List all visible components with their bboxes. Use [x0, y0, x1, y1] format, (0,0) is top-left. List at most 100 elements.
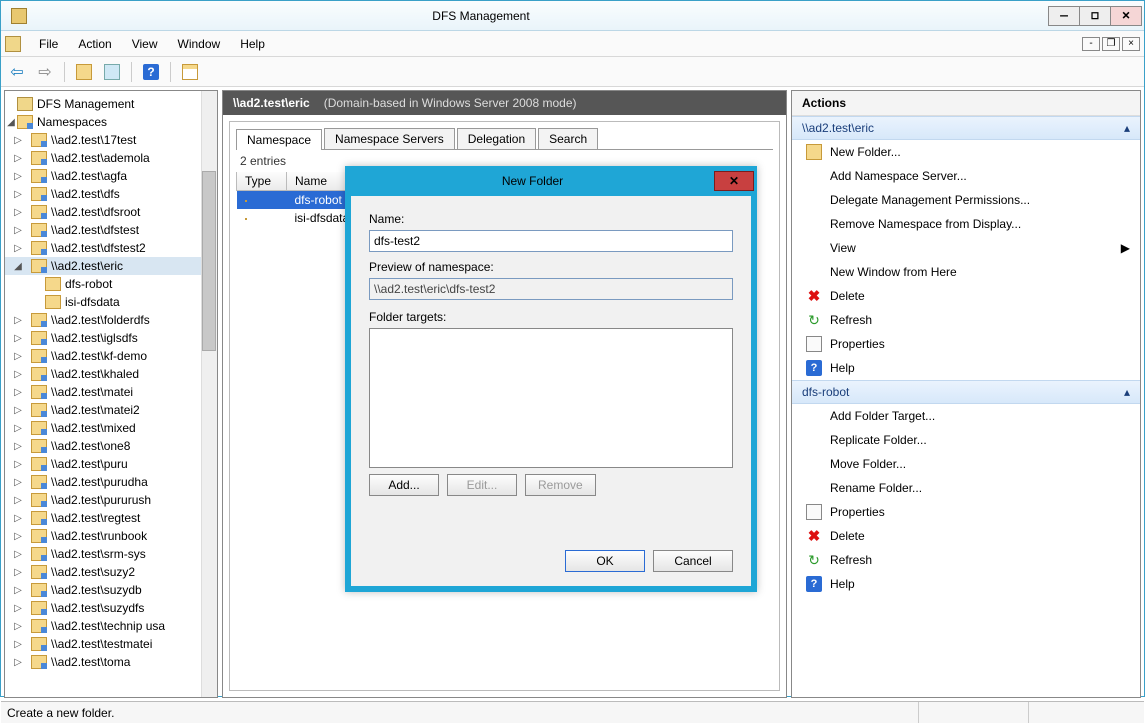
actions-pane: Actions \\ad2.test\eric▴ New Folder...Ad… — [791, 90, 1141, 698]
mdi-close[interactable]: × — [1122, 37, 1140, 51]
tree-node[interactable]: ▷\\ad2.test\purudha — [5, 473, 217, 491]
tree-node[interactable]: ▷\\ad2.test\ademola — [5, 149, 217, 167]
tree-node[interactable]: ▷\\ad2.test\technip usa — [5, 617, 217, 635]
ok-button[interactable]: OK — [565, 550, 645, 572]
close-button[interactable]: ✕ — [1110, 6, 1142, 26]
tree-node[interactable]: ▷\\ad2.test\one8 — [5, 437, 217, 455]
tree-node[interactable]: ▷\\ad2.test\suzydb — [5, 581, 217, 599]
tree-label: \\ad2.test\dfsroot — [51, 205, 140, 219]
forward-button[interactable] — [33, 60, 57, 84]
dialog-close-button[interactable]: ✕ — [714, 171, 754, 191]
add-button[interactable]: Add... — [369, 474, 439, 496]
namespace-icon — [31, 547, 47, 561]
action-help[interactable]: ?Help — [792, 356, 1140, 380]
new-window-button[interactable] — [178, 60, 202, 84]
tab-namespace[interactable]: Namespace — [236, 129, 322, 150]
actions-group-folder[interactable]: dfs-robot▴ — [792, 380, 1140, 404]
menu-action[interactable]: Action — [68, 33, 121, 55]
blank-icon — [806, 456, 822, 472]
tree-node[interactable]: ▷\\ad2.test\srm-sys — [5, 545, 217, 563]
tree-node[interactable]: ▷\\ad2.test\pururush — [5, 491, 217, 509]
tree-node[interactable]: ▷\\ad2.test\kf-demo — [5, 347, 217, 365]
namespace-icon — [31, 601, 47, 615]
action-label: Properties — [830, 505, 885, 519]
folder-targets-list[interactable] — [369, 328, 733, 468]
tree-label: \\ad2.test\pururush — [51, 493, 151, 507]
tree-node[interactable]: dfs-robot — [5, 275, 217, 293]
tree-pane[interactable]: DFS Management◢Namespaces▷\\ad2.test\17t… — [4, 90, 218, 698]
minimize-button[interactable]: — — [1048, 6, 1080, 26]
tree-node[interactable]: ▷\\ad2.test\mixed — [5, 419, 217, 437]
tab-search[interactable]: Search — [538, 128, 598, 149]
action-remove-namespace-from-display[interactable]: Remove Namespace from Display... — [792, 212, 1140, 236]
tree-node[interactable]: ▷\\ad2.test\matei2 — [5, 401, 217, 419]
menu-file[interactable]: File — [29, 33, 68, 55]
tree-node[interactable]: ▷\\ad2.test\17test — [5, 131, 217, 149]
tree-label: \\ad2.test\srm-sys — [51, 547, 146, 561]
tab-namespace-servers[interactable]: Namespace Servers — [324, 128, 455, 149]
tree-node[interactable]: ▷\\ad2.test\dfstest — [5, 221, 217, 239]
action-add-namespace-server[interactable]: Add Namespace Server... — [792, 164, 1140, 188]
tree-node[interactable]: ▷\\ad2.test\agfa — [5, 167, 217, 185]
tree-node[interactable]: ▷\\ad2.test\suzy2 — [5, 563, 217, 581]
action-refresh[interactable]: ↻Refresh — [792, 308, 1140, 332]
action-delete[interactable]: ✖Delete — [792, 284, 1140, 308]
maximize-button[interactable]: ◻ — [1079, 6, 1111, 26]
tree-node[interactable]: ▷\\ad2.test\khaled — [5, 365, 217, 383]
tree-label: dfs-robot — [65, 277, 112, 291]
menu-help[interactable]: Help — [230, 33, 275, 55]
action-rename-folder[interactable]: Rename Folder... — [792, 476, 1140, 500]
up-button[interactable] — [72, 60, 96, 84]
action-properties[interactable]: Properties — [792, 500, 1140, 524]
tree-node[interactable]: ◢Namespaces — [5, 113, 217, 131]
tree-node[interactable]: ▷\\ad2.test\dfstest2 — [5, 239, 217, 257]
namespace-icon — [31, 205, 47, 219]
tree-node[interactable]: ▷\\ad2.test\toma — [5, 653, 217, 671]
action-properties[interactable]: Properties — [792, 332, 1140, 356]
action-add-folder-target[interactable]: Add Folder Target... — [792, 404, 1140, 428]
props-icon — [806, 504, 822, 520]
action-replicate-folder[interactable]: Replicate Folder... — [792, 428, 1140, 452]
name-input[interactable] — [369, 230, 733, 252]
tree-node[interactable]: ▷\\ad2.test\puru — [5, 455, 217, 473]
column-type[interactable]: Type — [237, 172, 287, 191]
tree-node[interactable]: ▷\\ad2.test\iglsdfs — [5, 329, 217, 347]
action-refresh[interactable]: ↻Refresh — [792, 548, 1140, 572]
tree-node[interactable]: ▷\\ad2.test\folderdfs — [5, 311, 217, 329]
tree-scrollbar[interactable] — [201, 91, 217, 697]
tree-label: \\ad2.test\kf-demo — [51, 349, 147, 363]
tree-node[interactable]: ▷\\ad2.test\suzydfs — [5, 599, 217, 617]
action-help[interactable]: ?Help — [792, 572, 1140, 596]
help-button[interactable]: ? — [139, 60, 163, 84]
action-new-window-from-here[interactable]: New Window from Here — [792, 260, 1140, 284]
tree-node[interactable]: isi-dfsdata — [5, 293, 217, 311]
action-view[interactable]: View▶ — [792, 236, 1140, 260]
tree-node[interactable]: DFS Management — [5, 95, 217, 113]
mdi-minimize[interactable]: - — [1082, 37, 1100, 51]
action-delete[interactable]: ✖Delete — [792, 524, 1140, 548]
menu-window[interactable]: Window — [168, 33, 231, 55]
menu-view[interactable]: View — [122, 33, 168, 55]
show-hide-tree-button[interactable] — [100, 60, 124, 84]
tab-delegation[interactable]: Delegation — [457, 128, 536, 149]
tree-node[interactable]: ▷\\ad2.test\runbook — [5, 527, 217, 545]
namespace-icon — [31, 349, 47, 363]
action-new-folder[interactable]: New Folder... — [792, 140, 1140, 164]
actions-group-namespace[interactable]: \\ad2.test\eric▴ — [792, 116, 1140, 140]
back-button[interactable] — [5, 60, 29, 84]
cancel-button[interactable]: Cancel — [653, 550, 733, 572]
tree-node[interactable]: ▷\\ad2.test\testmatei — [5, 635, 217, 653]
namespace-icon — [31, 313, 47, 327]
tree-scroll-thumb[interactable] — [202, 171, 216, 351]
tree-node[interactable]: ▷\\ad2.test\dfs — [5, 185, 217, 203]
action-move-folder[interactable]: Move Folder... — [792, 452, 1140, 476]
mdi-restore[interactable]: ❐ — [1102, 37, 1120, 51]
tree-label: isi-dfsdata — [65, 295, 120, 309]
tree-node[interactable]: ▷\\ad2.test\regtest — [5, 509, 217, 527]
tree-node[interactable]: ▷\\ad2.test\matei — [5, 383, 217, 401]
action-label: Replicate Folder... — [830, 433, 927, 447]
tree-node[interactable]: ◢\\ad2.test\eric — [5, 257, 217, 275]
tree-node[interactable]: ▷\\ad2.test\dfsroot — [5, 203, 217, 221]
action-label: Properties — [830, 337, 885, 351]
action-delegate-management-permissions[interactable]: Delegate Management Permissions... — [792, 188, 1140, 212]
